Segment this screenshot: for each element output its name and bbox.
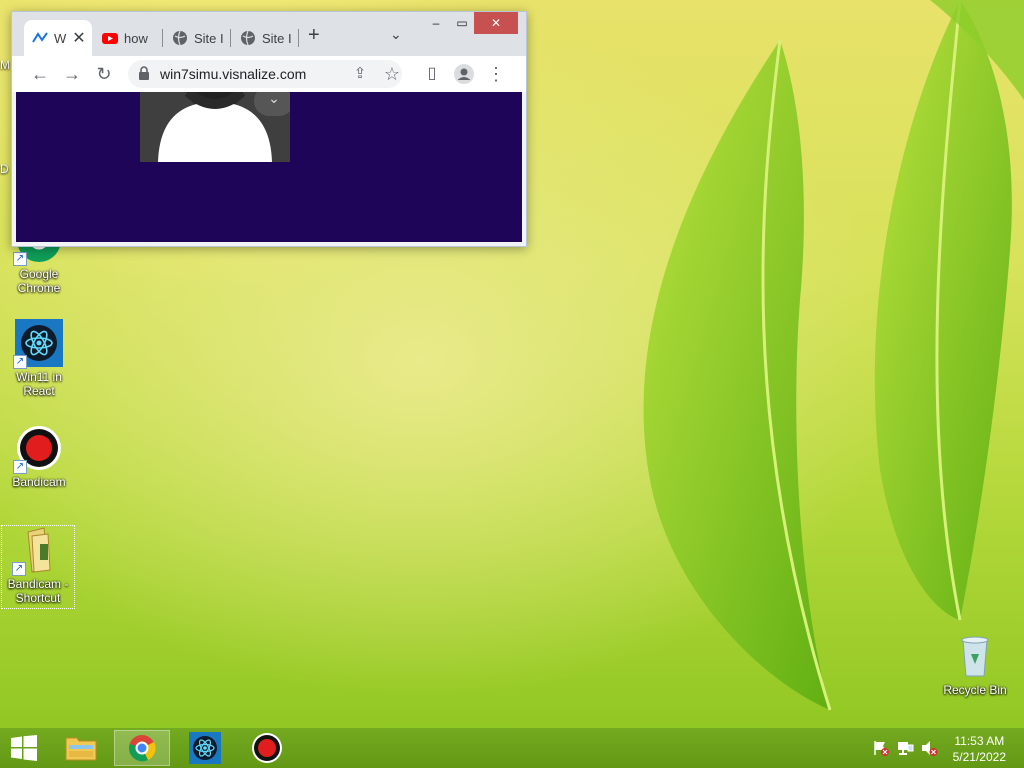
desktop-icon-recycle-bin[interactable]: Recycle Bin xyxy=(939,632,1011,697)
clock[interactable]: 11:53 AM 5/21/2022 xyxy=(953,733,1006,765)
tab-separator xyxy=(162,29,163,47)
react-icon: ↗ xyxy=(13,319,63,369)
tab-title: W xyxy=(54,30,67,46)
url-text: win7simu.visnalize.com xyxy=(160,66,307,82)
clock-date: 5/21/2022 xyxy=(952,750,1006,764)
new-tab-icon[interactable]: + xyxy=(308,24,320,47)
taskbar-file-explorer[interactable] xyxy=(53,730,109,766)
visnalize-icon xyxy=(32,32,48,43)
tab-separator xyxy=(230,29,231,47)
bookmark-star-icon[interactable]: ☆ xyxy=(380,62,404,86)
desktop-icon-bandicam-shortcut[interactable]: ↗ Bandicam - Shortcut xyxy=(1,525,75,609)
network-icon[interactable] xyxy=(896,739,914,757)
shortcut-arrow-icon: ↗ xyxy=(13,252,27,266)
forward-icon[interactable]: → xyxy=(60,62,84,86)
recycle-bin-icon xyxy=(951,632,999,680)
tab-visnalize[interactable]: W ✕ xyxy=(24,20,92,56)
globe-icon xyxy=(173,30,187,46)
shortcut-arrow-icon: ↗ xyxy=(12,562,26,576)
taskbar-win11-react[interactable] xyxy=(177,730,233,766)
volume-muted-icon[interactable] xyxy=(920,739,938,757)
desktop-icon-label: React xyxy=(23,384,55,398)
more-menu-icon[interactable]: ⋮ xyxy=(484,62,508,86)
browser-window[interactable]: W ✕ how Site I Site I + ⌄ – ▭ ✕ ← → ↻ wi… xyxy=(11,11,527,247)
tab-youtube[interactable]: how xyxy=(94,20,156,56)
start-button[interactable] xyxy=(0,730,48,766)
desktop-edge-label-1: M xyxy=(0,58,10,72)
back-icon[interactable]: ← xyxy=(28,62,52,86)
tab-separator xyxy=(298,29,299,47)
chevron-down-icon[interactable]: ⌄ xyxy=(254,92,290,116)
browser-toolbar: ← → ↻ win7simu.visnalize.com ⇪ ☆ ▯ ⋮ xyxy=(12,56,526,92)
tab-site-1[interactable]: Site I xyxy=(164,20,226,56)
profile-icon[interactable] xyxy=(452,62,476,86)
taskbar-chrome[interactable] xyxy=(114,730,170,766)
desktop-icon-label: Recycle Bin xyxy=(943,683,1007,697)
desktop-icon-win11-in-react[interactable]: ↗ Win11 in React xyxy=(3,319,75,398)
file-explorer-icon xyxy=(65,737,97,761)
tab-title: Site I xyxy=(194,30,224,46)
desktop-icon-label: Shortcut xyxy=(15,591,61,605)
react-icon xyxy=(189,732,221,764)
chevron-down-icon[interactable]: ⌄ xyxy=(390,26,402,43)
desktop-icon-label: Win11 in xyxy=(16,370,62,384)
tab-strip: W ✕ how Site I Site I + ⌄ – ▭ ✕ xyxy=(12,12,526,56)
clock-time: 11:53 AM xyxy=(954,734,1005,748)
reload-icon[interactable]: ↻ xyxy=(92,62,116,86)
close-tab-icon[interactable]: ✕ xyxy=(72,28,85,48)
chrome-icon xyxy=(129,735,156,762)
desktop-icon-label: Google xyxy=(19,267,59,281)
shortcut-arrow-icon: ↗ xyxy=(13,355,27,369)
taskbar: 11:53 AM 5/21/2022 xyxy=(0,728,1024,768)
taskbar-bandicam[interactable] xyxy=(239,730,295,766)
youtube-icon xyxy=(102,33,118,44)
tab-title: how xyxy=(124,30,148,46)
lock-icon xyxy=(139,66,149,80)
folder-icon: ↗ xyxy=(12,526,62,576)
tab-title: Site I xyxy=(262,30,292,46)
bandicam-icon: ↗ xyxy=(13,424,63,474)
desktop-icon-label: Bandicam - xyxy=(7,577,69,591)
desktop-edge-label-2: D xyxy=(0,162,9,176)
tab-site-2[interactable]: Site I xyxy=(232,20,294,56)
windows-logo-icon xyxy=(11,735,37,761)
desktop-icon-label: Bandicam xyxy=(12,475,66,489)
action-center-flag-icon[interactable] xyxy=(872,739,890,757)
close-window-button[interactable]: ✕ xyxy=(474,12,518,34)
system-tray xyxy=(872,728,938,768)
globe-icon xyxy=(241,30,255,46)
desktop-icon-label: Chrome xyxy=(17,281,61,295)
desktop-icon-bandicam[interactable]: ↗ Bandicam xyxy=(3,424,75,489)
page-content: ⌄ xyxy=(16,92,522,242)
side-panel-icon[interactable]: ▯ xyxy=(420,62,444,86)
bandicam-icon xyxy=(252,733,282,763)
user-avatar: ⌄ xyxy=(140,92,290,162)
share-icon[interactable]: ⇪ xyxy=(348,62,372,86)
shortcut-arrow-icon: ↗ xyxy=(13,460,27,474)
